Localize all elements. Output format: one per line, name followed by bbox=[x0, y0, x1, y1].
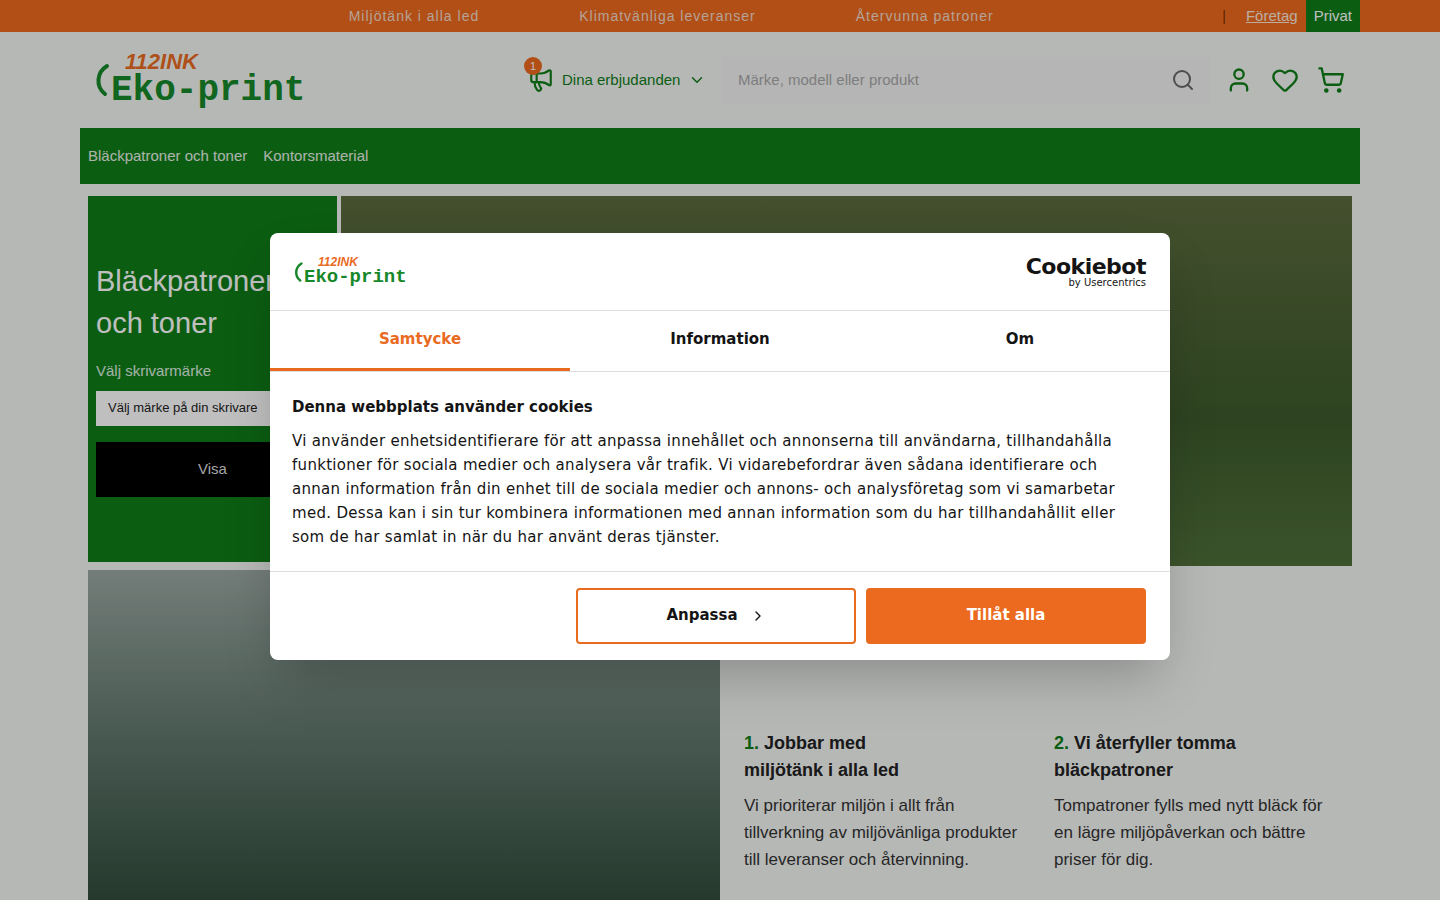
dialog-button[interactable]: Tillåt alla bbox=[866, 588, 1146, 644]
page: Miljötänk i alla ledKlimatvänliga levera… bbox=[0, 0, 1440, 900]
cookiebot-brand: Cookiebotby Usercentrics bbox=[1026, 256, 1146, 288]
dialog-body: Vi använder enhetsidentifierare för att … bbox=[292, 429, 1148, 549]
dialog-button[interactable]: Anpassa bbox=[576, 588, 856, 644]
dialog-tab[interactable]: Om bbox=[870, 311, 1170, 371]
dialog-tabs: SamtyckeInformationOm bbox=[270, 311, 1170, 372]
leaf-swoosh-icon bbox=[294, 261, 304, 283]
cookie-dialog: 112INKEko-print Cookiebotby Usercentrics S… bbox=[270, 233, 1170, 660]
dialog-tab[interactable]: Samtycke bbox=[270, 311, 570, 371]
chevron-right-icon bbox=[750, 608, 766, 624]
dialog-title: Denna webbplats använder cookies bbox=[292, 396, 1148, 419]
dialog-tab[interactable]: Information bbox=[570, 311, 870, 371]
logo-top: 112INK bbox=[304, 256, 407, 268]
logo[interactable]: 112INKEko-print bbox=[294, 256, 407, 287]
logo-main: Eko-print bbox=[304, 268, 407, 287]
